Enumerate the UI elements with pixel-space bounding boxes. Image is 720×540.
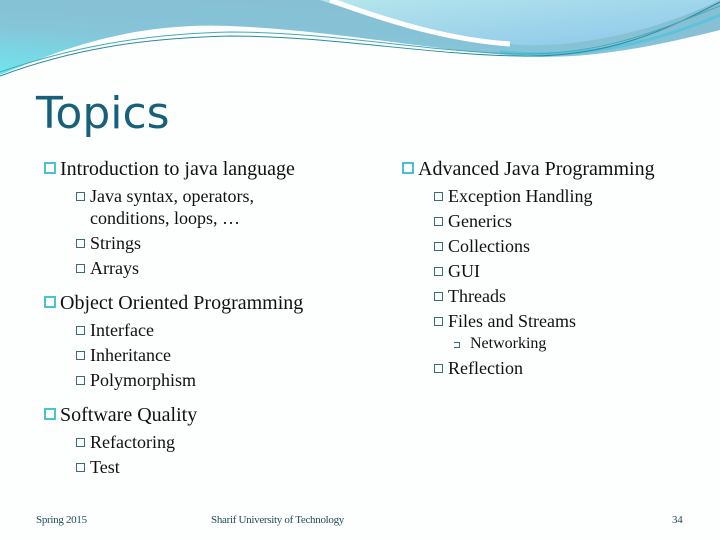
subtopic-label: Threads [448, 286, 506, 306]
topic-label: Advanced Java Programming [418, 158, 655, 180]
square-bullet-icon [76, 351, 85, 360]
subtopic-label: Polymorphism [90, 370, 197, 390]
footer-page-number: 34 [672, 514, 683, 526]
square-bullet-icon [76, 239, 85, 248]
topic-software-quality: Software Quality [44, 402, 364, 428]
slide-title: Topics [36, 88, 170, 139]
square-bullet-icon [44, 162, 56, 174]
header-wave-decoration [0, 0, 720, 77]
square-bullet-icon [434, 217, 443, 226]
square-bullet-icon [402, 162, 414, 174]
subtopic-label: Inheritance [90, 345, 171, 365]
right-column: Advanced Java Programming Exception Hand… [402, 152, 712, 380]
square-bullet-icon [434, 267, 443, 276]
subtopic-exception-handling: Exception Handling [434, 185, 712, 207]
subtopic-label: Exception Handling [448, 186, 593, 206]
subtopic-arrays: Arrays [76, 257, 364, 279]
subtopic-label: Collections [448, 236, 530, 256]
square-bullet-icon [76, 438, 85, 447]
subtopic-files-streams: Files and Streams [434, 310, 712, 332]
subtopic-polymorphism: Polymorphism [76, 369, 364, 391]
subtopic-threads: Threads [434, 285, 712, 307]
topic-label: Object Oriented Programming [60, 292, 304, 314]
square-bullet-icon [44, 296, 56, 308]
subtopic-label: Interface [90, 320, 154, 340]
square-bullet-icon [76, 326, 85, 335]
square-bullet-icon [434, 364, 443, 373]
square-bullet-icon [434, 317, 443, 326]
subtopic-label: Test [90, 457, 120, 477]
footer-date: Spring 2015 [36, 514, 87, 526]
square-bullet-icon [434, 292, 443, 301]
subtopic-networking: Networking [454, 334, 712, 354]
topic-intro-java: Introduction to java language [44, 156, 364, 182]
subtopic-label: Networking [470, 335, 547, 352]
subtopic-label: GUI [448, 261, 480, 281]
subtopic-label: Java syntax, operators, conditions, loop… [90, 186, 254, 228]
subtopic-gui: GUI [434, 260, 712, 282]
subtopic-java-syntax: Java syntax, operators, conditions, loop… [76, 185, 364, 229]
subtopic-inheritance: Inheritance [76, 344, 364, 366]
subtopic-refactoring: Refactoring [76, 431, 364, 453]
subtopic-label: Files and Streams [448, 311, 576, 331]
topic-label: Software Quality [60, 404, 198, 426]
subtopic-label: Generics [448, 211, 512, 231]
square-bullet-icon [76, 192, 85, 201]
subtopic-label: Arrays [90, 258, 139, 278]
topic-label: Introduction to java language [60, 158, 295, 180]
square-bullet-icon [76, 463, 85, 472]
subtopic-generics: Generics [434, 210, 712, 232]
square-bullet-icon [44, 408, 56, 420]
subtopic-label: Strings [90, 233, 142, 253]
subtopic-test: Test [76, 456, 364, 478]
topic-advanced-java: Advanced Java Programming [402, 156, 712, 182]
square-bullet-icon [434, 242, 443, 251]
subtopic-label: Refactoring [90, 432, 175, 452]
subtopic-reflection: Reflection [434, 357, 712, 379]
square-bullet-icon [76, 264, 85, 273]
bracket-bullet-icon [454, 342, 460, 348]
subtopic-strings: Strings [76, 232, 364, 254]
subtopic-interface: Interface [76, 319, 364, 341]
left-column: Introduction to java language Java synta… [44, 152, 364, 479]
subtopic-label: Reflection [448, 358, 523, 378]
topic-oop: Object Oriented Programming [44, 290, 364, 316]
footer-organization: Sharif University of Technology [211, 514, 345, 526]
square-bullet-icon [434, 192, 443, 201]
subtopic-collections: Collections [434, 235, 712, 257]
square-bullet-icon [76, 376, 85, 385]
